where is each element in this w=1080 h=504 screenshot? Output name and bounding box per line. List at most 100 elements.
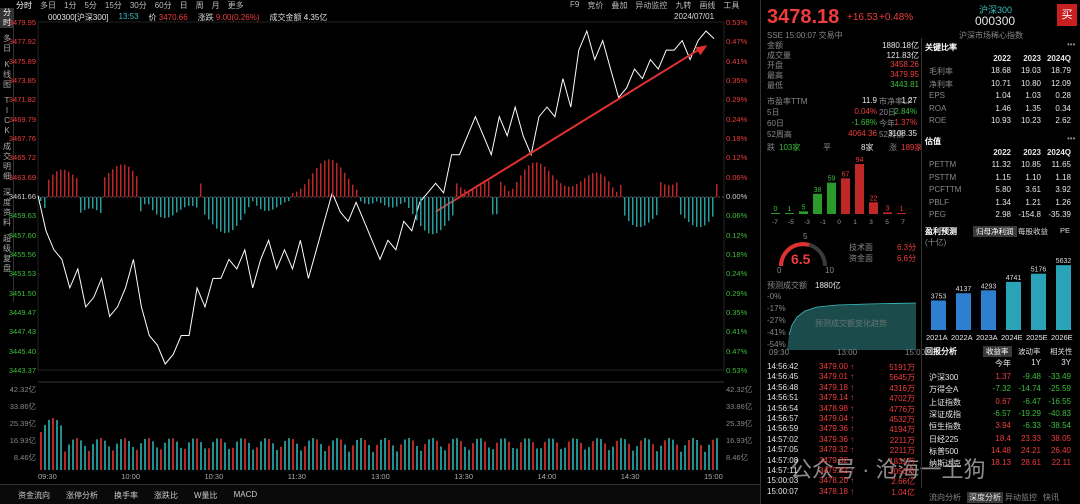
rp-bottom-tab-2[interactable]: 异动监控 — [1005, 492, 1037, 503]
breadth-bar — [64, 169, 66, 197]
breadth-bar — [420, 197, 422, 227]
volume-bar — [560, 449, 562, 470]
volume-bar — [632, 450, 634, 470]
key-ratio-val-4-3: 2.62 — [1055, 116, 1071, 125]
volume-bar — [540, 448, 542, 470]
valuation-val-0-1: 11.32 — [991, 160, 1011, 169]
breadth-bar — [192, 197, 194, 206]
y-right-14: 0.29% — [726, 288, 748, 298]
y-right-6: 0.18% — [726, 134, 748, 143]
volume-bar — [428, 439, 430, 470]
ra-label-3: 深证成指 — [929, 409, 961, 419]
y-right-7: 0.12% — [726, 153, 748, 163]
volume-bar — [288, 438, 290, 470]
ra-val-4-3: -38.54 — [1048, 421, 1071, 431]
ep-tab-2[interactable]: PE — [1057, 226, 1073, 235]
y-right-5: 0.24% — [726, 114, 748, 124]
ra-label-0: 沪深300 — [929, 373, 959, 382]
tick-time-11: 15:00:03 — [767, 476, 799, 486]
dist-val-2: 5 — [802, 204, 806, 211]
fc-watermark: 预测成交额变化趋势 — [815, 319, 887, 328]
breadth-bar — [380, 197, 382, 203]
breadth-bar — [60, 169, 62, 197]
indicator-tab-0[interactable]: 资金流向 — [18, 490, 50, 500]
volume-bar — [96, 439, 98, 470]
pe-l1-3: 52周高 — [767, 130, 792, 139]
indicator-tab-3[interactable]: 涨跌比 — [154, 490, 178, 500]
volume-bar — [456, 438, 458, 470]
ra-val-7-3: 22.11 — [1051, 458, 1071, 468]
volume-bar — [468, 449, 470, 470]
y-left-4: 3471.82 — [8, 95, 36, 105]
rp-bottom-tab-3[interactable]: 快讯 — [1043, 492, 1059, 503]
volume-bar — [376, 444, 378, 470]
intraday-chart[interactable] — [0, 0, 760, 484]
volume-bar — [476, 438, 478, 470]
ra-tab-0[interactable]: 收益率 — [983, 346, 1012, 357]
breadth-bar — [536, 162, 538, 197]
breadth-bar — [100, 197, 102, 214]
ep-year-1: 2022A — [951, 333, 973, 342]
valuation-label-2: PCFTTM — [929, 185, 962, 194]
breadth-bar — [660, 182, 662, 197]
breadth-bar — [408, 197, 410, 208]
valuation-more-icon[interactable]: ••• — [1067, 134, 1075, 143]
volume-bar — [52, 418, 54, 470]
trend-arrow-line — [435, 48, 700, 213]
tick-time-12: 15:00:07 — [767, 486, 799, 496]
volume-bar — [172, 438, 174, 470]
breadth-bar — [136, 176, 138, 197]
key-ratio-val-1-1: 10.71 — [990, 78, 1011, 88]
volume-bar — [552, 438, 554, 470]
valuation-val-3-1: 1.34 — [995, 197, 1011, 207]
tick-time-4: 14:56:54 — [767, 403, 799, 413]
volume-bar — [548, 438, 550, 470]
x-tick-6: 14:00 — [537, 472, 557, 481]
breadth-bar — [268, 197, 270, 211]
breadth-bar — [664, 184, 666, 197]
key-ratio-head-0: 2022 — [993, 54, 1011, 63]
dist-val-4: 59 — [828, 176, 836, 183]
buy-button[interactable]: 买 — [1057, 4, 1077, 26]
tick-price-11: 3478.20 ↑ — [819, 476, 855, 486]
rp-bottom-tab-1[interactable]: 深度分析 — [967, 492, 1003, 503]
indicator-tab-5[interactable]: MACD — [234, 490, 258, 499]
tick-vol-7: 2211万 — [889, 435, 915, 445]
key-ratio-more-icon[interactable]: ••• — [1067, 40, 1075, 49]
breadth-bar — [124, 164, 126, 197]
key-ratio-label-3: ROA — [929, 103, 947, 113]
scale-5: 5 — [803, 232, 808, 241]
breadth-bar — [608, 181, 610, 197]
volume-bar — [464, 446, 466, 470]
breadth-bar — [300, 188, 302, 197]
y-right-0: 0.53% — [726, 18, 748, 27]
ep-tab-1[interactable]: 每股收益 — [1015, 226, 1051, 237]
y-right-1: 0.47% — [726, 37, 748, 47]
ra-tab-2[interactable]: 相关性 — [1047, 346, 1076, 357]
indicator-tab-1[interactable]: 涨停分析 — [66, 490, 98, 500]
indicator-tab-2[interactable]: 换手率 — [114, 490, 138, 500]
rp-code: 000300 — [975, 14, 1016, 28]
ra-tab-1[interactable]: 波动率 — [1015, 346, 1044, 357]
ep-tab-0[interactable]: 归母净利润 — [973, 226, 1017, 237]
volume-bar — [156, 447, 158, 470]
volume-bar — [124, 438, 126, 470]
volume-bar — [508, 441, 510, 470]
dist-val-3: 38 — [814, 187, 822, 194]
indicator-tab-4[interactable]: W量比 — [194, 490, 218, 500]
breadth-bar — [88, 197, 90, 209]
breadth-bar — [548, 170, 550, 197]
volume-bar — [136, 449, 138, 470]
ep-val-0: 3753 — [931, 293, 947, 300]
volume-bar — [684, 445, 686, 470]
vol-left-1: 33.86亿 — [9, 402, 36, 411]
rp-bottom-tab-0[interactable]: 流向分析 — [929, 492, 961, 503]
volume-bar — [472, 443, 474, 470]
volume-bar — [640, 440, 642, 470]
dist-bar-7 — [869, 202, 878, 214]
valuation-val-4-2: -154.8 — [1018, 210, 1041, 219]
volume-bar — [300, 450, 302, 470]
volume-bar — [648, 439, 650, 470]
breadth-bar — [480, 185, 482, 197]
valuation-title: 估值 — [925, 137, 941, 146]
